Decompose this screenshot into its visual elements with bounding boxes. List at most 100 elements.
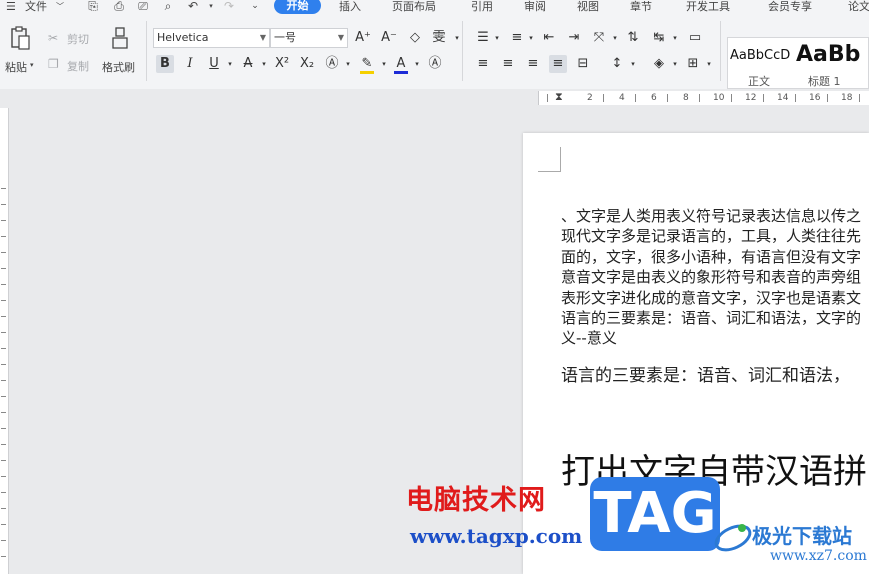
increase-font-size-icon[interactable]: A⁺	[354, 29, 372, 47]
redo-icon[interactable]: ↷	[222, 0, 236, 13]
tag-logo: TAG	[590, 477, 720, 551]
watermark-site-name: 电脑技术网	[406, 485, 546, 516]
chevron-down-icon[interactable]: ▾	[339, 55, 357, 73]
ruler-tick	[1, 204, 6, 205]
tab-thesis[interactable]: 论文	[848, 0, 869, 14]
chevron-down-icon[interactable]: ▾	[255, 55, 273, 73]
tab-view[interactable]: 视图	[577, 0, 599, 14]
superscript-icon[interactable]: X²	[273, 55, 291, 73]
export-pdf-icon[interactable]: ⎙	[112, 0, 126, 13]
justify-icon[interactable]: ≡	[549, 55, 567, 73]
divider	[720, 21, 721, 81]
indent-marker-icon[interactable]: ⧗	[555, 90, 563, 104]
chevron-down-icon[interactable]: ▾	[448, 29, 466, 47]
font-size-value: 一号	[274, 31, 296, 44]
aurora-logo-icon	[714, 524, 752, 552]
ruler-number: 18	[841, 93, 853, 103]
paste-dropdown-icon[interactable]: ▾	[30, 61, 34, 69]
watermark-url: www.tagxp.com	[410, 524, 583, 548]
show-marks-icon[interactable]: ▭	[686, 29, 704, 47]
save-icon[interactable]: ⎘	[86, 0, 100, 13]
phonetic-guide-icon[interactable]: 雯	[430, 29, 448, 47]
ruler-number: 8	[683, 93, 689, 103]
chevron-down-icon[interactable]: ▾	[221, 55, 239, 73]
ruler-tick	[1, 316, 6, 317]
hamburger-icon[interactable]: ☰	[6, 0, 16, 14]
ruler-number: 4	[619, 93, 625, 103]
copy-button[interactable]: 复制	[67, 58, 89, 74]
ruler-tick	[1, 188, 6, 189]
ruler-tick	[547, 94, 548, 102]
tab-insert[interactable]: 插入	[339, 0, 361, 14]
paste-label[interactable]: 粘贴	[5, 59, 27, 75]
tab-member[interactable]: 会员专享	[768, 0, 812, 14]
ribbon-toolbar: 粘贴 ▾ ✂ 剪切 ❐ 复制 格式刷 Helvetica ▼ 一号 ▼ A⁺ A…	[0, 15, 869, 90]
chevron-down-icon[interactable]: ▾	[700, 55, 718, 73]
decrease-indent-icon[interactable]: ⇤	[540, 29, 558, 47]
divider	[146, 21, 147, 81]
chevron-down-icon[interactable]: ▾	[375, 55, 393, 73]
brush-icon	[112, 27, 128, 49]
italic-icon[interactable]: I	[181, 55, 199, 73]
increase-indent-icon[interactable]: ⇥	[565, 29, 583, 47]
style-normal[interactable]: AaBbCcD 正文	[728, 38, 794, 88]
chevron-down-icon[interactable]: ▾	[488, 29, 506, 47]
tab-references[interactable]: 引用	[471, 0, 493, 14]
undo-dropdown-icon[interactable]: ▾	[204, 0, 218, 13]
ruler-number: 14	[777, 93, 789, 103]
ruler-tick	[1, 412, 6, 413]
ruler-tick	[1, 268, 6, 269]
chevron-down-icon[interactable]: ▾	[522, 29, 540, 47]
bold-icon[interactable]: B	[156, 55, 174, 73]
vertical-ruler	[0, 108, 9, 574]
align-right-icon[interactable]: ≡	[524, 55, 542, 73]
body-paragraph[interactable]: 、文字是人类用表义符号记录表达信息以传之 现代文字多是记录语言的，工具，人类往往…	[561, 206, 869, 349]
tab-review[interactable]: 审阅	[524, 0, 546, 14]
tab-developer[interactable]: 开发工具	[686, 0, 730, 14]
font-size-select[interactable]: 一号 ▼	[270, 28, 348, 48]
align-center-icon[interactable]: ≡	[499, 55, 517, 73]
ruler-tick	[1, 492, 6, 493]
format-painter-button[interactable]	[108, 26, 132, 54]
ruler-tick	[1, 460, 6, 461]
undo-icon[interactable]: ↶	[186, 0, 200, 13]
clear-format-icon[interactable]: ◇	[406, 29, 424, 47]
style-heading-1-label: 标题 1	[808, 75, 841, 88]
chevron-down-icon[interactable]: ▾	[408, 55, 426, 73]
ruler-tick	[1, 476, 6, 477]
chevron-down-icon[interactable]: ▾	[666, 55, 684, 73]
chevron-down-icon[interactable]: ▾	[606, 29, 624, 47]
ruler-track[interactable]: ⧗ 2 4 6 8 10 12 14 16 18	[538, 90, 869, 105]
font-name-select[interactable]: Helvetica ▼	[153, 28, 270, 48]
paste-icon	[11, 26, 30, 50]
character-border-icon[interactable]: Ⓐ	[426, 55, 444, 73]
print-icon[interactable]: ⎚	[136, 0, 150, 13]
tab-home[interactable]: 开始	[274, 0, 321, 14]
tab-sections[interactable]: 章节	[630, 0, 652, 14]
ruler-tick	[1, 348, 6, 349]
ruler-tick	[1, 428, 6, 429]
customize-toolbar-icon[interactable]: ⌄	[248, 0, 262, 13]
tab-page-layout[interactable]: 页面布局	[392, 0, 436, 14]
decrease-font-size-icon[interactable]: A⁻	[380, 29, 398, 47]
chevron-down-icon[interactable]: ﹀	[56, 0, 64, 14]
ruler-tick	[699, 94, 700, 102]
file-menu[interactable]: 文件	[25, 0, 47, 14]
ruler-tick	[1, 444, 6, 445]
distributed-align-icon[interactable]: ⊟	[574, 55, 592, 73]
chevron-down-icon[interactable]: ▾	[624, 55, 642, 73]
print-preview-icon[interactable]: ⌕	[161, 0, 175, 13]
paste-button[interactable]	[6, 25, 34, 55]
subscript-icon[interactable]: X₂	[298, 55, 316, 73]
paragraph-line: 面的，文字，很多小语种，有语言但没有文字	[561, 247, 862, 266]
chevron-down-icon[interactable]: ▾	[666, 29, 684, 47]
align-left-icon[interactable]: ≡	[474, 55, 492, 73]
sort-icon[interactable]: ⇅	[624, 29, 642, 47]
styles-gallery: AaBbCcD 正文 AaBb 标题 1	[727, 37, 869, 89]
style-heading-1-preview: AaBb	[796, 42, 861, 67]
ruler-number: 16	[809, 93, 821, 103]
second-paragraph[interactable]: 语言的三要素是：语音、词汇和语法，	[561, 361, 850, 386]
style-heading-1[interactable]: AaBb 标题 1	[794, 38, 868, 88]
cut-button[interactable]: 剪切	[67, 31, 89, 47]
format-painter-label[interactable]: 格式刷	[102, 59, 135, 75]
